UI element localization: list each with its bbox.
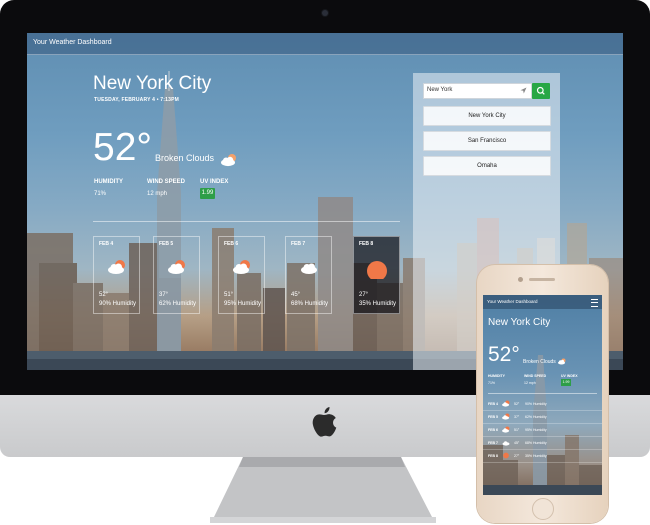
forecast-temp: 51° xyxy=(224,292,234,298)
mobile-forecast-temp: 45° xyxy=(514,441,520,445)
phone-home-button[interactable] xyxy=(532,498,554,520)
mobile-uv-index-label: UV INDEX xyxy=(561,374,578,378)
mobile-forecast-row: FEB 8 27° 35% Humidity xyxy=(483,450,602,463)
mobile-forecast-row: FEB 6 51° 95% Humidity xyxy=(483,424,602,437)
forecast-humidity: 90% Humidity xyxy=(99,301,137,307)
uv-index-label: UV INDEX xyxy=(200,179,229,185)
cloud-icon xyxy=(502,441,510,446)
divider xyxy=(93,221,400,222)
mobile-current-temperature: 52° xyxy=(488,343,520,366)
partly-cloudy-icon xyxy=(558,358,566,365)
forecast-date: FEB 5 xyxy=(159,241,174,247)
current-temperature: 52° xyxy=(93,126,152,169)
wind-speed-value: 12 mph xyxy=(147,191,168,197)
mobile-forecast-temp: 27° xyxy=(514,454,520,458)
top-navbar: Your Weather Dashboard xyxy=(27,33,623,55)
mobile-forecast-humidity: 68% Humidity xyxy=(525,441,547,445)
location-arrow-icon xyxy=(520,87,527,94)
camera xyxy=(322,10,328,16)
forecast-humidity: 62% Humidity xyxy=(159,301,197,307)
cloud-sun-icon xyxy=(233,260,250,274)
uv-index-badge: 1.99 xyxy=(200,188,215,199)
search-icon xyxy=(536,86,545,95)
forecast-card: FEB 4 52° 90% Humidity xyxy=(93,236,140,314)
mobile-forecast-date: FEB 5 xyxy=(488,415,498,419)
forecast-temp: 52° xyxy=(99,292,109,298)
mobile-forecast-date: FEB 6 xyxy=(488,428,498,432)
cloud-sun-icon xyxy=(502,400,510,407)
mobile-humidity-label: HUMIDITY xyxy=(488,374,505,378)
sun-icon xyxy=(367,261,387,279)
humidity-label: HUMIDITY xyxy=(94,179,123,185)
mobile-top-navbar: Your Weather Dashboard xyxy=(483,295,602,309)
mobile-divider xyxy=(488,393,597,394)
partly-cloudy-icon xyxy=(221,154,236,167)
humidity-value: 71% xyxy=(94,191,107,197)
mobile-app-title: Your Weather Dashboard xyxy=(487,299,538,304)
mobile-wind-speed-label: WIND SPEED xyxy=(524,374,547,378)
history-city-button[interactable]: Omaha xyxy=(423,156,551,176)
forecast-date: FEB 7 xyxy=(291,241,306,247)
mobile-forecast-humidity: 95% Humidity xyxy=(525,428,547,432)
forecast-temp: 45° xyxy=(291,292,301,298)
mobile-forecast-date: FEB 7 xyxy=(488,441,498,445)
forecast-card: FEB 6 51° 95% Humidity xyxy=(218,236,265,314)
hamburger-menu-icon[interactable] xyxy=(591,299,598,307)
mobile-forecast-humidity: 62% Humidity xyxy=(525,415,547,419)
forecast-temp: 37° xyxy=(159,292,169,298)
cloud-sun-icon xyxy=(168,260,185,274)
forecast-card: FEB 7 45° 68% Humidity xyxy=(285,236,332,314)
iphone: Your Weather Dashboard New York City 52°… xyxy=(477,265,608,523)
forecast-humidity: 95% Humidity xyxy=(224,301,262,307)
mobile-forecast-row: FEB 4 52° 90% Humidity xyxy=(483,398,602,411)
search-button[interactable] xyxy=(532,83,550,99)
mobile-forecast-date: FEB 4 xyxy=(488,402,498,406)
mobile-forecast-temp: 51° xyxy=(514,428,520,432)
forecast-date: FEB 8 xyxy=(359,241,374,247)
forecast-temp: 27° xyxy=(359,292,369,298)
wind-speed-label: WIND SPEED xyxy=(147,179,186,185)
mobile-forecast-temp: 52° xyxy=(514,402,520,406)
current-date: TUESDAY, FEBRUARY 4 • 7:13PM xyxy=(94,97,179,103)
mobile-forecast-humidity: 35% Humidity xyxy=(525,454,547,458)
sun-icon xyxy=(503,452,509,459)
cloud-icon xyxy=(301,263,317,274)
forecast-date: FEB 6 xyxy=(224,241,239,247)
mobile-forecast-row: FEB 7 45° 68% Humidity xyxy=(483,437,602,450)
phone-camera xyxy=(518,277,523,282)
cloud-sun-icon xyxy=(502,413,510,420)
current-condition: Broken Clouds xyxy=(155,153,215,163)
mobile-wind-speed-value: 12 mph xyxy=(524,381,536,385)
forecast-card: FEB 8 27° 35% Humidity xyxy=(353,236,400,314)
cloud-sun-icon xyxy=(502,426,510,433)
forecast-card: FEB 5 37° 62% Humidity xyxy=(153,236,200,314)
mobile-forecast-date: FEB 8 xyxy=(488,454,498,458)
mobile-uv-index-badge: 1.99 xyxy=(561,379,571,386)
mobile-humidity-value: 71% xyxy=(488,381,496,385)
city-search-input[interactable]: New York xyxy=(423,83,532,99)
cloud-sun-icon xyxy=(108,260,125,274)
search-input-value: New York xyxy=(427,87,453,93)
current-city: New York City xyxy=(93,73,212,94)
forecast-humidity: 68% Humidity xyxy=(291,301,329,307)
phone-speaker xyxy=(529,278,555,281)
mobile-forecast-humidity: 90% Humidity xyxy=(525,402,547,406)
history-city-button[interactable]: New York City xyxy=(423,106,551,126)
history-city-button[interactable]: San Francisco xyxy=(423,131,551,151)
mobile-screen: Your Weather Dashboard New York City 52°… xyxy=(483,295,602,495)
forecast-humidity: 35% Humidity xyxy=(359,301,397,307)
app-title: Your Weather Dashboard xyxy=(33,39,112,46)
mobile-forecast-temp: 37° xyxy=(514,415,520,419)
mobile-current-city: New York City xyxy=(488,317,551,328)
mobile-current-condition: Broken Clouds xyxy=(523,359,556,365)
mobile-forecast-row: FEB 5 37° 62% Humidity xyxy=(483,411,602,424)
forecast-date: FEB 4 xyxy=(99,241,114,247)
apple-logo-icon xyxy=(312,407,337,437)
